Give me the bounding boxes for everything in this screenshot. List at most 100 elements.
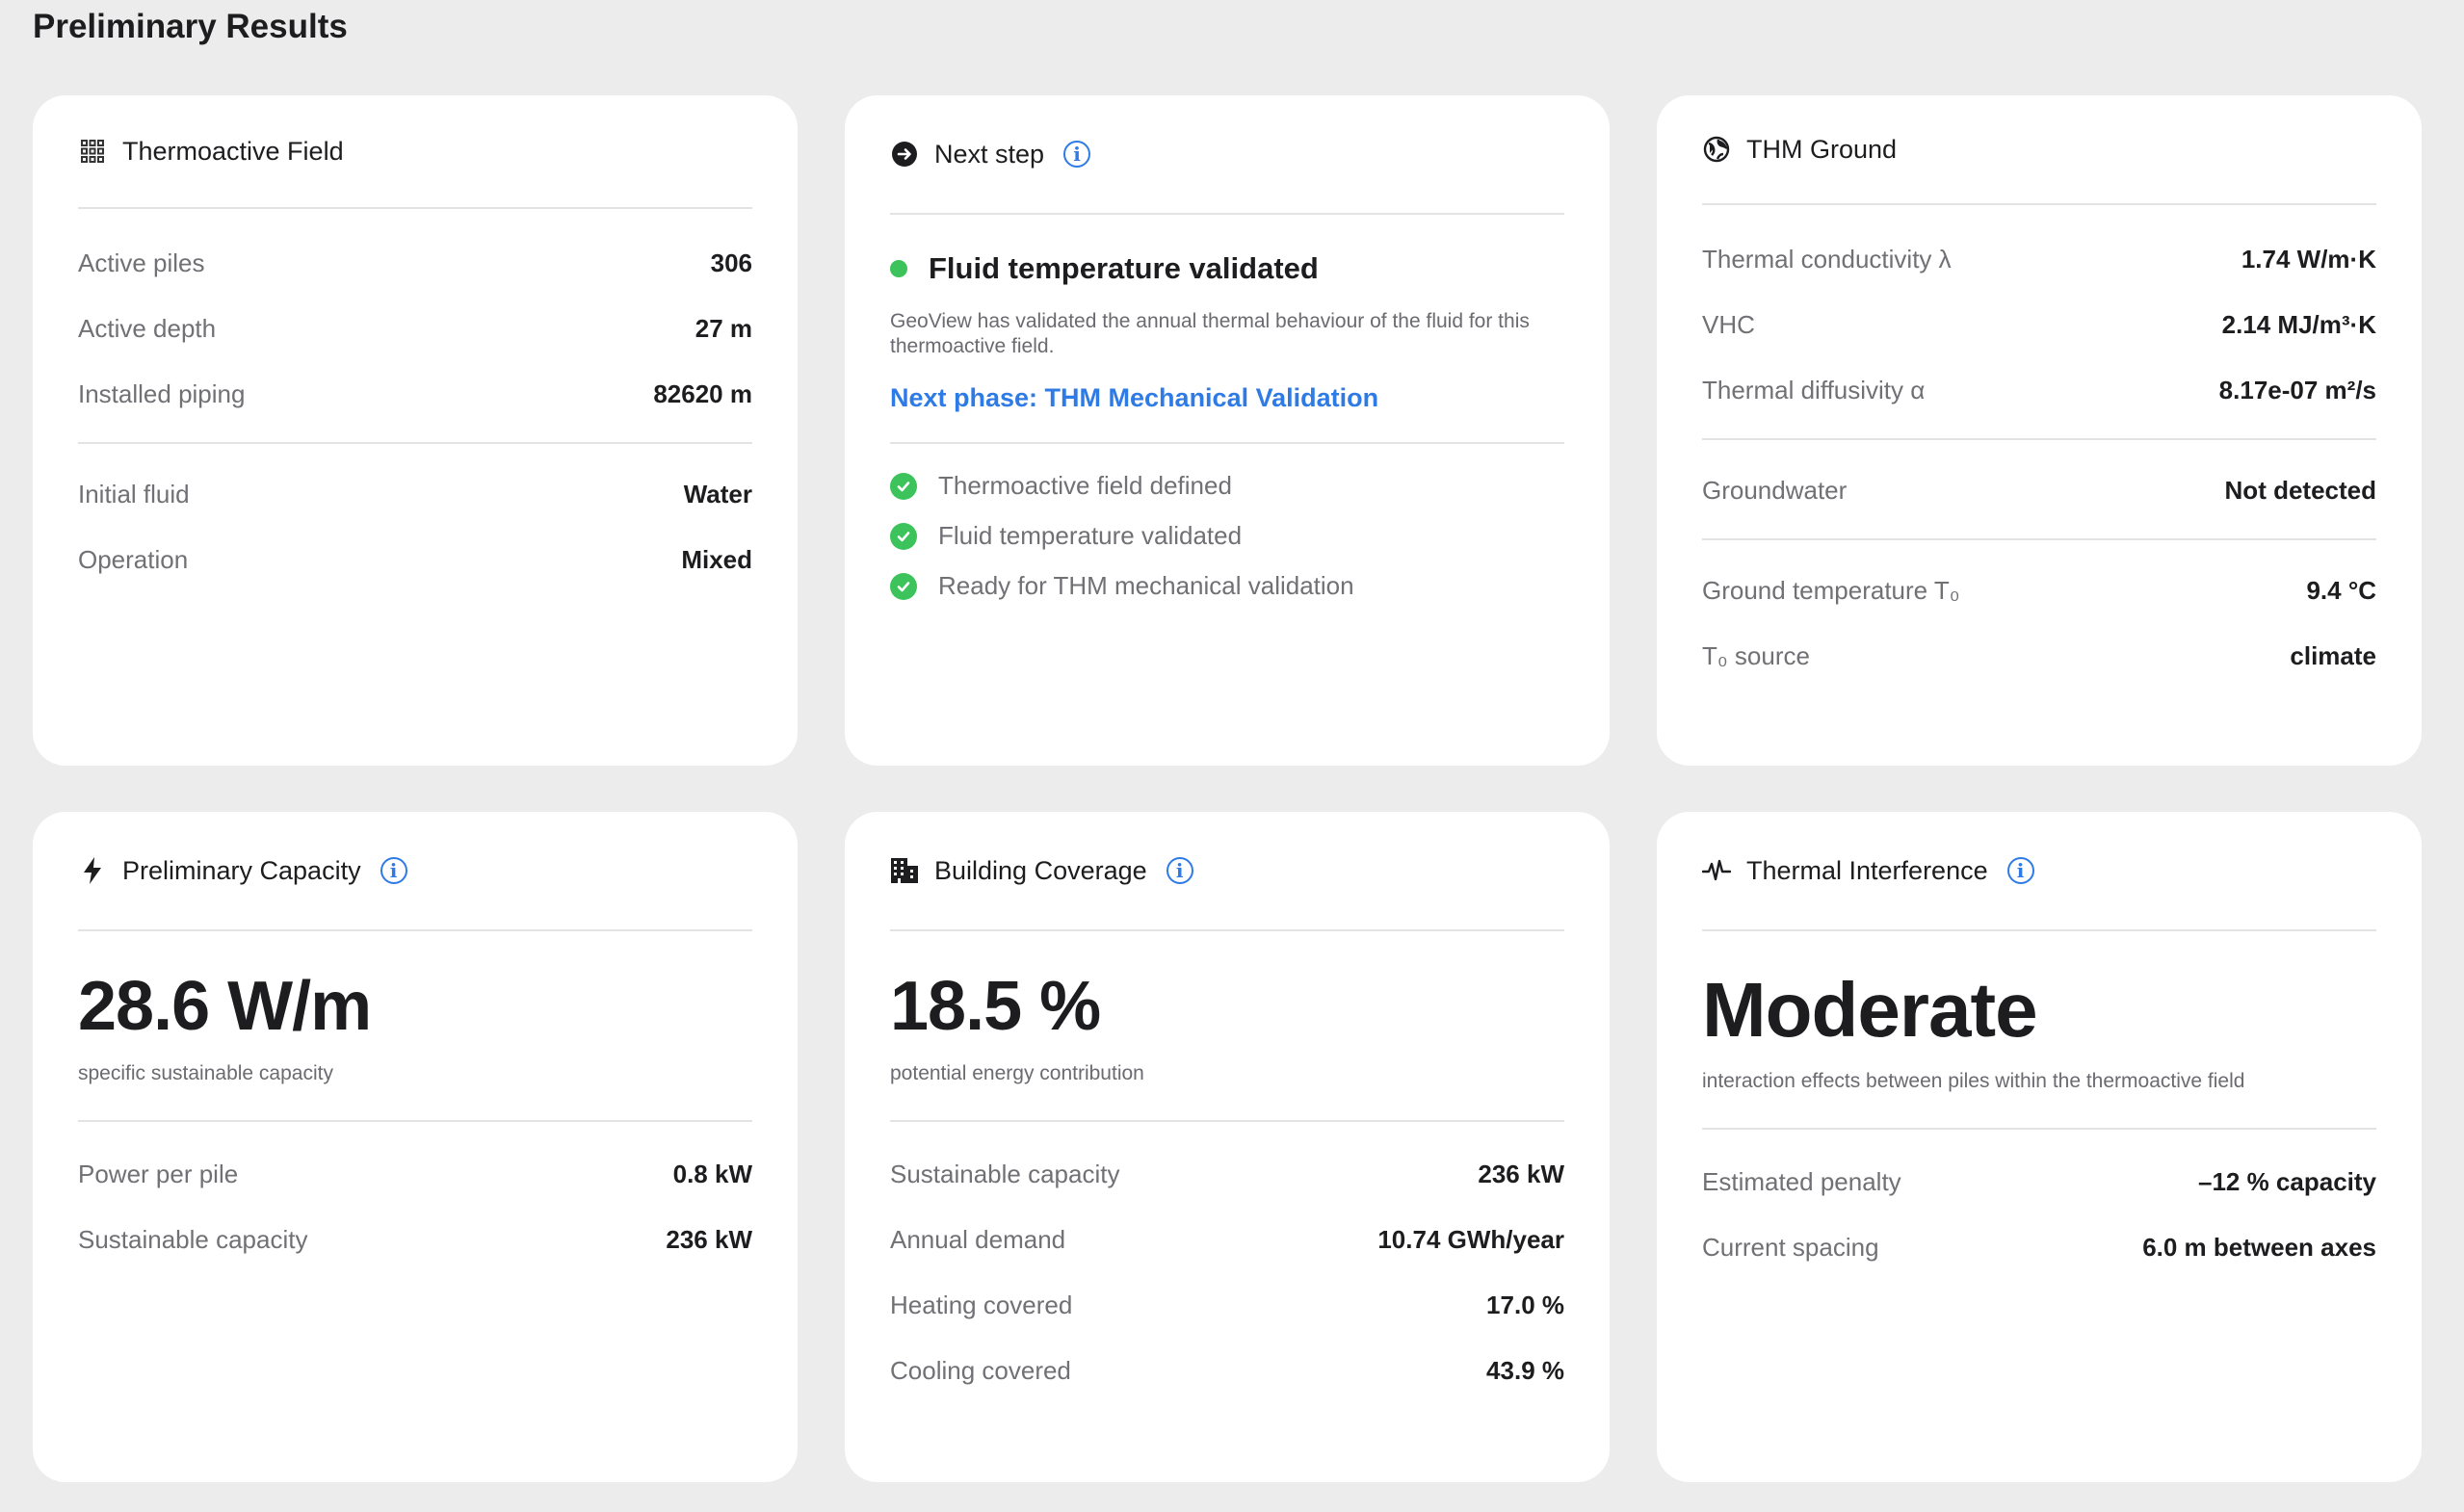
divider [78, 442, 752, 444]
card-title: Thermal Interference [1746, 855, 1988, 885]
row-value: climate [2290, 640, 2376, 670]
row-value: 236 kW [666, 1224, 752, 1254]
check-label: Fluid temperature validated [938, 521, 1243, 550]
row-label: Initial fluid [78, 479, 190, 508]
card-header: Preliminary Capacity i [78, 812, 752, 931]
row-label: Current spacing [1702, 1232, 1879, 1262]
big-caption: interaction effects between piles within… [1702, 1070, 2245, 1092]
row-label: Thermal diffusivity α [1702, 375, 1926, 404]
check-icon [890, 522, 917, 550]
card-header: Thermoactive Field [78, 95, 752, 209]
row-value: 82620 m [653, 378, 752, 408]
row-thermal-diffusivity: Thermal diffusivity α 8.17e-07 m²/s [1702, 357, 2376, 423]
card-header: THM Ground [1702, 95, 2376, 205]
row-value: 0.8 kW [672, 1159, 752, 1188]
ground-rows: Thermal conductivity λ 1.74 W/m·K VHC 2.14… [1702, 205, 2376, 689]
row-label: Estimated penalty [1702, 1166, 1901, 1196]
status-description: GeoView has validated the annual thermal… [890, 310, 1530, 358]
bolt-icon [78, 856, 107, 885]
info-icon[interactable]: i [380, 857, 407, 884]
status-text: Fluid temperature validated [929, 251, 1319, 285]
big-value: Moderate [1702, 967, 2038, 1053]
interference-rows: Estimated penalty –12 % capacity Current … [1702, 1130, 2376, 1280]
row-annual-demand: Annual demand 10.74 GWh/year [890, 1207, 1564, 1272]
card-title: Preliminary Capacity [122, 855, 361, 885]
row-label: Cooling covered [890, 1355, 1071, 1385]
row-label: Annual demand [890, 1224, 1066, 1254]
row-label: Sustainable capacity [890, 1159, 1120, 1188]
row-heating-covered: Heating covered 17.0 % [890, 1272, 1564, 1338]
row-thermal-conductivity: Thermal conductivity λ 1.74 W/m·K [1702, 226, 2376, 292]
coverage-rows: Sustainable capacity 236 kW Annual demand… [890, 1122, 1564, 1403]
row-vhc: VHC 2.14 MJ/m³·K [1702, 292, 2376, 357]
row-label: Power per pile [78, 1159, 239, 1188]
row-power-per-pile: Power per pile 0.8 kW [78, 1141, 752, 1207]
row-value: Not detected [2224, 475, 2376, 505]
row-installed-piping: Installed piping 82620 m [78, 361, 752, 427]
row-value: –12 % capacity [2197, 1166, 2376, 1196]
row-value: 8.17e-07 m²/s [2218, 375, 2376, 404]
row-operation: Operation Mixed [78, 527, 752, 592]
row-value: 236 kW [1478, 1159, 1564, 1188]
row-label: Installed piping [78, 378, 246, 408]
row-value: Water [683, 479, 752, 508]
check-item: Ready for THM mechanical validation [890, 561, 1564, 612]
capacity-rows: Power per pile 0.8 kW Sustainable capacit… [78, 1122, 752, 1272]
thermoactive-field-card: Thermoactive Field Active piles 306 Activ… [33, 95, 798, 766]
row-value: 43.9 % [1486, 1355, 1564, 1385]
check-list: Thermoactive field defined Fluid tempera… [890, 461, 1564, 612]
row-value: 306 [710, 248, 752, 277]
row-label: T₀ source [1702, 640, 1810, 670]
row-label: Active piles [78, 248, 205, 277]
row-label: Thermal conductivity λ [1702, 244, 1952, 274]
thm-ground-card: THM Ground Thermal conductivity λ 1.74 W/… [1657, 95, 2422, 766]
card-title: Thermoactive Field [122, 136, 344, 166]
row-ground-temperature: Ground temperature T₀ 9.4 °C [1702, 558, 2376, 623]
row-value: 1.74 W/m·K [2241, 244, 2376, 274]
check-icon [890, 472, 917, 500]
row-cooling-covered: Cooling covered 43.9 % [890, 1338, 1564, 1403]
next-step-card: Next step i Fluid temperature validated … [845, 95, 1610, 766]
arrow-circle-icon [890, 140, 919, 169]
divider [890, 441, 1564, 444]
page-title: Preliminary Results [33, 8, 348, 45]
big-value: 28.6 W/m [78, 968, 372, 1045]
info-icon[interactable]: i [1166, 857, 1193, 884]
divider [1702, 438, 2376, 440]
results-grid: Thermoactive Field Active piles 306 Activ… [33, 95, 2422, 1482]
preliminary-capacity-card: Preliminary Capacity i 28.6 W/m specific… [33, 812, 798, 1482]
row-estimated-penalty: Estimated penalty –12 % capacity [1702, 1149, 2376, 1214]
check-item: Fluid temperature validated [890, 511, 1564, 561]
info-icon[interactable]: i [2006, 857, 2034, 884]
divider [1702, 538, 2376, 540]
row-current-spacing: Current spacing 6.0 m between axes [1702, 1214, 2376, 1280]
row-active-piles: Active piles 306 [78, 230, 752, 296]
card-title: THM Ground [1746, 134, 1898, 164]
globe-icon [1702, 135, 1731, 164]
row-label: Heating covered [890, 1290, 1073, 1319]
check-label: Ready for THM mechanical validation [938, 571, 1354, 600]
building-icon [890, 856, 919, 885]
row-value: 9.4 °C [2306, 575, 2376, 605]
row-label: Operation [78, 544, 189, 574]
check-item: Thermoactive field defined [890, 461, 1564, 511]
building-coverage-card: Building Coverage i 18.5 % potential ene… [845, 812, 1610, 1482]
status-dot [890, 260, 907, 277]
row-value: 10.74 GWh/year [1377, 1224, 1564, 1254]
card-header: Building Coverage i [890, 812, 1564, 931]
row-initial-fluid: Initial fluid Water [78, 461, 752, 527]
pulse-icon [1702, 856, 1731, 885]
next-phase-link[interactable]: Next phase: THM Mechanical Validation [890, 383, 1378, 413]
big-caption: specific sustainable capacity [78, 1062, 333, 1084]
grid-icon [78, 137, 107, 166]
row-value: 2.14 MJ/m³·K [2221, 309, 2376, 339]
row-value: Mixed [681, 544, 752, 574]
row-label: Active depth [78, 313, 217, 343]
status-line: Fluid temperature validated [890, 251, 1564, 286]
info-icon[interactable]: i [1063, 141, 1091, 168]
row-t0-source: T₀ source climate [1702, 623, 2376, 689]
row-label: Ground temperature T₀ [1702, 575, 1960, 605]
card-title: Building Coverage [934, 855, 1147, 885]
field-rows: Active piles 306 Active depth 27 m Install… [78, 209, 752, 592]
check-icon [890, 572, 917, 600]
